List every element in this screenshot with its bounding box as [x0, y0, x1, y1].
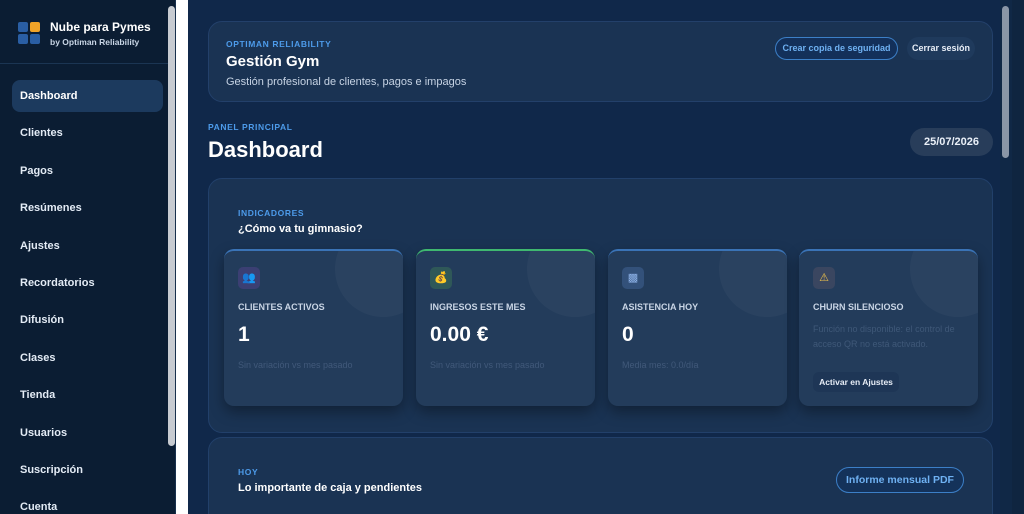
users-icon: 👥 [238, 267, 260, 289]
sidebar-item-ajustes[interactable]: Ajustes [12, 230, 163, 262]
kpi-value: 1 [238, 323, 250, 346]
today-eyebrow: HOY [238, 467, 259, 477]
indicators-heading: ¿Cómo va tu gimnasio? [238, 223, 363, 235]
sidebar-item-tienda[interactable]: Tienda [12, 379, 163, 411]
page-eyebrow: PANEL PRINCIPAL [208, 122, 293, 132]
date-badge: 25/07/2026 [910, 128, 993, 156]
enable-in-settings-button[interactable]: Activar en Ajustes [813, 372, 899, 392]
kpi-label: CHURN SILENCIOSO [813, 302, 904, 312]
kpi-value: 0.00 € [430, 323, 489, 346]
divider [176, 0, 188, 514]
sidebar-item-resumenes[interactable]: Resúmenes [12, 192, 163, 224]
app-title: Gestión Gym [226, 53, 320, 70]
sidebar-scrollbar-thumb[interactable] [168, 6, 175, 446]
kpi-description: Función no disponible: el control de acc… [813, 324, 955, 349]
kpi-note: Media mes: 0.0/día [622, 360, 699, 370]
app-header-card: OPTIMAN RELIABILITY Gestión Gym Gestión … [208, 21, 993, 102]
sidebar-item-usuarios[interactable]: Usuarios [12, 417, 163, 449]
kpi-card-churn: ⚠ CHURN SILENCIOSO Función no disponible… [799, 249, 978, 406]
sidebar-item-clientes[interactable]: Clientes [12, 117, 163, 149]
warning-icon: ⚠ [813, 267, 835, 289]
header-eyebrow: OPTIMAN RELIABILITY [226, 39, 332, 49]
app-subtitle: Gestión profesional de clientes, pagos e… [226, 76, 467, 88]
kpi-card-attendance: ▩ ASISTENCIA HOY 0 Media mes: 0.0/día [608, 249, 787, 406]
brand: Nube para Pymes by Optiman Reliability [0, 0, 175, 64]
indicators-eyebrow: INDICADORES [238, 208, 305, 218]
brand-subtitle: by Optiman Reliability [50, 37, 140, 47]
kpi-note: Sin variación vs mes pasado [430, 360, 545, 370]
kpi-card-income: 💰 INGRESOS ESTE MES 0.00 € Sin variación… [416, 249, 595, 406]
sidebar-item-dashboard[interactable]: Dashboard [12, 80, 163, 112]
main-scrollbar-thumb[interactable] [1002, 6, 1009, 158]
bar-chart-icon: ▩ [622, 267, 644, 289]
today-heading: Lo importante de caja y pendientes [238, 482, 422, 494]
sidebar-item-cuenta[interactable]: Cuenta [12, 491, 163, 514]
sidebar-nav: Dashboard Clientes Pagos Resúmenes Ajust… [0, 64, 175, 514]
kpi-note: Sin variación vs mes pasado [238, 360, 353, 370]
page-title: Dashboard [208, 137, 323, 162]
kpi-label: INGRESOS ESTE MES [430, 302, 526, 312]
money-bag-icon: 💰 [430, 267, 452, 289]
sidebar-item-suscripcion[interactable]: Suscripción [12, 454, 163, 486]
backup-button[interactable]: Crear copia de seguridad [775, 37, 898, 60]
sidebar-scrollbar[interactable] [167, 6, 175, 446]
kpi-label: CLIENTES ACTIVOS [238, 302, 325, 312]
sidebar: Nube para Pymes by Optiman Reliability D… [0, 0, 176, 514]
sidebar-item-clases[interactable]: Clases [12, 342, 163, 374]
sidebar-item-difusion[interactable]: Difusión [12, 304, 163, 336]
kpi-label: ASISTENCIA HOY [622, 302, 699, 312]
brand-title: Nube para Pymes [50, 20, 151, 34]
app-logo-icon [18, 21, 42, 46]
logout-button[interactable]: Cerrar sesión [907, 37, 975, 60]
monthly-report-button[interactable]: Informe mensual PDF [836, 467, 964, 493]
sidebar-item-recordatorios[interactable]: Recordatorios [12, 267, 163, 299]
kpi-card-active-clients: 👥 CLIENTES ACTIVOS 1 Sin variación vs me… [224, 249, 403, 406]
indicators-panel: INDICADORES ¿Cómo va tu gimnasio? 👥 CLIE… [208, 178, 993, 433]
kpi-value: 0 [622, 323, 634, 346]
sidebar-item-pagos[interactable]: Pagos [12, 155, 163, 187]
today-panel: HOY Lo importante de caja y pendientes I… [208, 437, 993, 514]
main-content: OPTIMAN RELIABILITY Gestión Gym Gestión … [188, 0, 1012, 514]
main-scrollbar[interactable] [1000, 0, 1012, 514]
